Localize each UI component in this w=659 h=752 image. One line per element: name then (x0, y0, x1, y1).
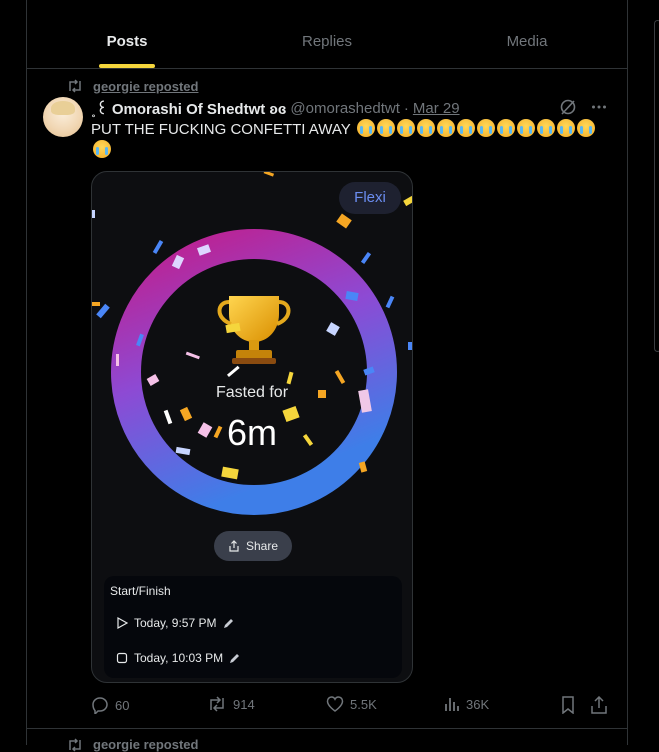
finish-row: Today, 10:03 PM (116, 651, 240, 665)
fast-duration: 6m (226, 412, 277, 453)
loudly-crying-face-icon (416, 119, 435, 137)
share-pill: Share (214, 531, 292, 561)
post-divider (27, 728, 627, 729)
loudly-crying-face-icon (516, 119, 535, 137)
tab-replies[interactable]: Replies (227, 0, 427, 68)
reply-count: 60 (115, 697, 130, 713)
post-text-block: PUT THE FUCKING CONFETTI AWAY (91, 119, 611, 161)
stop-icon (116, 652, 128, 664)
separator: · (403, 99, 409, 117)
timeline-column: Posts Replies Media georgie reposted ˳꒰ … (26, 0, 628, 752)
start-time: Today, 9:57 PM (134, 616, 217, 630)
profile-tabs: Posts Replies Media (27, 0, 627, 69)
repost-count: 914 (233, 696, 255, 712)
bookmark-icon (562, 696, 574, 714)
loudly-crying-face-icon (536, 119, 555, 137)
loudly-crying-face-icon (93, 140, 111, 158)
views-button[interactable]: 36K (444, 696, 489, 712)
fasted-label: Fasted for (215, 384, 289, 401)
repost-icon (69, 79, 81, 93)
more-options-icon[interactable] (591, 99, 607, 115)
author-name[interactable]: ˳꒰ Omorashi Of Shedtwt ʚɞ (91, 98, 286, 118)
bookmark-button[interactable] (561, 696, 575, 714)
scrollbar[interactable] (654, 20, 659, 352)
analytics-icon (445, 698, 459, 711)
post-media-image[interactable]: Flexi Fasted for 6m Share Start/Finish T… (91, 171, 413, 683)
grok-icon[interactable] (559, 98, 577, 116)
repost-button[interactable]: 914 (207, 696, 255, 712)
post-header: ˳꒰ Omorashi Of Shedtwt ʚɞ @omorashedtwt … (91, 98, 621, 118)
tab-replies-label: Replies (301, 33, 353, 50)
start-row: Today, 9:57 PM (116, 616, 234, 630)
pencil-icon (230, 653, 240, 663)
tab-media[interactable]: Media (427, 0, 627, 68)
loudly-crying-face-icon (496, 119, 515, 137)
repost-icon (210, 696, 224, 712)
loudly-crying-face-icon (576, 119, 595, 137)
loudly-crying-face-icon (456, 119, 475, 137)
tab-media-label: Media (506, 33, 548, 50)
share-button[interactable] (591, 696, 607, 714)
active-tab-indicator (99, 64, 155, 68)
end-time: Today, 10:03 PM (134, 651, 224, 665)
author-handle[interactable]: @omorashedtwt (290, 100, 399, 117)
loudly-crying-face-icon (356, 119, 375, 137)
repost-indicator: georgie reposted (67, 77, 198, 95)
post-actions: 60 914 5.5K 36K (91, 696, 621, 716)
start-finish-card: Start/Finish Today, 9:57 PM Today, 10:03… (104, 576, 402, 678)
share-label: Share (245, 539, 279, 553)
view-count: 36K (466, 696, 490, 712)
repost-user-link[interactable]: georgie reposted (93, 79, 198, 94)
loudly-crying-face-icon (376, 119, 395, 137)
reply-icon (92, 697, 108, 714)
like-count: 5.5K (350, 696, 377, 712)
tab-posts-label: Posts (106, 33, 148, 50)
share-icon (229, 540, 239, 552)
flexi-badge: Flexi (339, 182, 401, 214)
tab-posts[interactable]: Posts (27, 0, 227, 68)
play-icon (117, 617, 128, 629)
loudly-crying-face-icon (436, 119, 455, 137)
post-header-actions (559, 98, 607, 116)
share-icon (591, 696, 607, 714)
loudly-crying-face-icon (396, 119, 415, 137)
post-date[interactable]: Mar 29 (413, 100, 460, 117)
heart-icon (326, 696, 344, 712)
post-text: PUT THE FUCKING CONFETTI AWAY (91, 121, 351, 138)
progress-ring (111, 229, 397, 515)
loudly-crying-face-icon (556, 119, 575, 137)
loudly-crying-face-icon (476, 119, 495, 137)
pencil-icon (223, 618, 233, 628)
reply-button[interactable]: 60 (91, 696, 129, 714)
avatar[interactable] (43, 97, 83, 137)
start-finish-title: Start/Finish (110, 584, 171, 598)
like-button[interactable]: 5.5K (326, 696, 377, 712)
